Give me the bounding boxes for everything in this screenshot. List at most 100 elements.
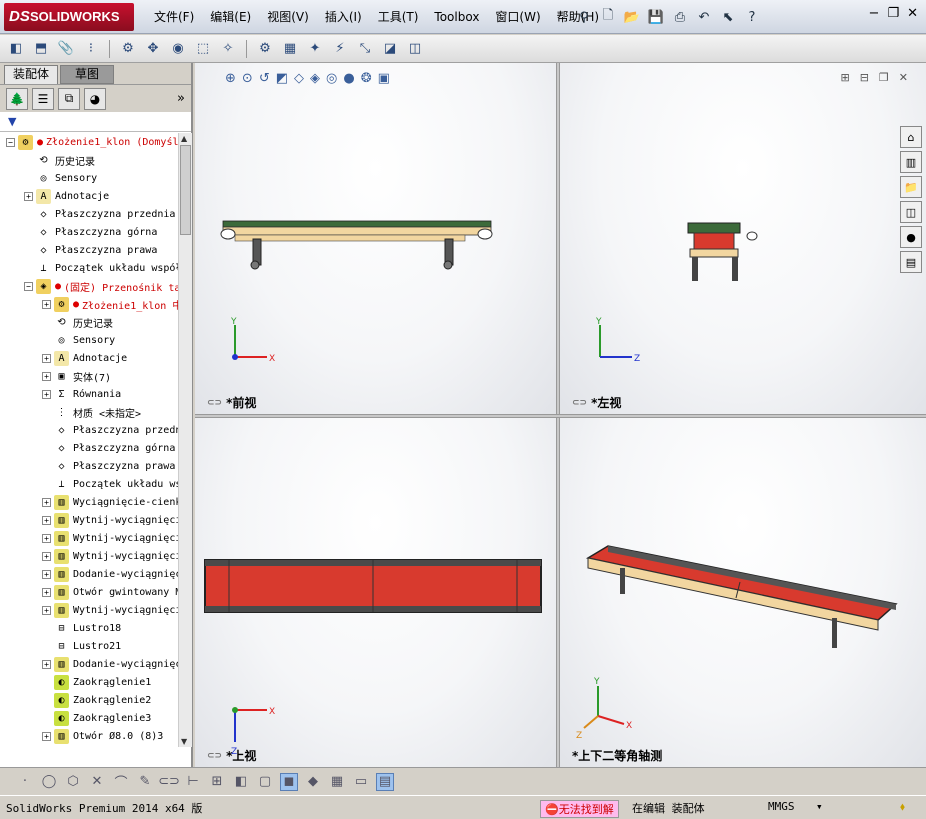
viewport-front[interactable]: ⊕ ⊙ ↺ ◩ ◇ ◈ ◎ ● ❂ ▣ Y X ⊂⊃ *前视 xyxy=(195,63,556,414)
assembly-features-icon[interactable]: ⬚ xyxy=(193,39,213,59)
arc-filter-icon[interactable]: ⌒ xyxy=(112,773,130,791)
tree-item[interactable]: ◎ Sensory xyxy=(24,169,97,187)
menu-edit[interactable]: 编辑(E) xyxy=(202,0,259,34)
reference-geometry-icon[interactable]: ✧ xyxy=(218,39,238,59)
menu-view[interactable]: 视图(V) xyxy=(259,0,317,34)
link-views-icon[interactable]: ⊂⊃ xyxy=(207,398,222,408)
help-icon[interactable]: ? xyxy=(742,7,762,27)
bill-of-materials-icon[interactable]: ▦ xyxy=(280,39,300,59)
tree-item[interactable]: +▥ Wytnij-wyciągnięcie3 xyxy=(42,529,178,547)
expand-toggle-icon[interactable]: + xyxy=(42,299,51,309)
tree-item[interactable]: ◇ Płaszczyzna przednia xyxy=(42,421,178,439)
viewport-isometric[interactable]: Y X Z *上下二等角轴测 xyxy=(560,418,926,767)
expand-panel-icon[interactable]: » xyxy=(177,91,185,106)
surface-filter-icon[interactable]: ◧ xyxy=(232,773,250,791)
pin-icon[interactable]: ⚲ xyxy=(574,7,594,27)
tab-assembly[interactable]: 装配体 xyxy=(4,65,58,84)
expand-toggle-icon[interactable]: + xyxy=(24,191,33,201)
exploded-view-icon[interactable]: ✦ xyxy=(305,39,325,59)
open-folder-icon[interactable]: 📂 xyxy=(622,7,642,27)
tree-item[interactable]: + A Adnotacje xyxy=(42,349,127,367)
tree-scrollbar[interactable]: ▲ ▼ xyxy=(178,133,192,747)
solidworks-resources-icon[interactable]: ⌂ xyxy=(900,126,922,148)
expand-toggle-icon[interactable]: + xyxy=(42,353,51,363)
tree-item[interactable]: ◇ Płaszczyzna górna xyxy=(42,439,175,457)
configuration-manager-icon[interactable]: ⧉ xyxy=(58,87,80,110)
design-library-icon[interactable]: ▥ xyxy=(900,151,922,173)
dimension-filter-icon[interactable]: ⊢ xyxy=(184,773,202,791)
tree-item[interactable]: − ⚙ ● Złożenie1_klon (Domyśln xyxy=(6,133,178,151)
polygon-filter-icon[interactable]: ⬡ xyxy=(64,773,82,791)
tree-item[interactable]: + A Adnotacje xyxy=(24,187,109,205)
link-filter-icon[interactable]: ⊂⊃ xyxy=(158,773,180,791)
component-filter-icon[interactable]: ◆ xyxy=(304,773,322,791)
expand-toggle-icon[interactable]: + xyxy=(42,551,51,561)
grid-filter-icon[interactable]: ⊞ xyxy=(208,773,226,791)
tile-view-icon[interactable]: ▤ xyxy=(376,772,394,791)
display-manager-icon[interactable]: ◕ xyxy=(84,87,106,110)
tree-item[interactable]: + ▣ 实体(7) xyxy=(42,367,111,385)
filter-icon[interactable]: ▼ xyxy=(8,115,16,128)
tree-item[interactable]: ⊥ Początek układu współrzę xyxy=(24,259,178,277)
viewport-left[interactable]: ⊞ ⊟ ❐ ✕ Y Z ⊂⊃ *左视 xyxy=(560,63,926,414)
expand-toggle-icon[interactable]: + xyxy=(42,497,51,507)
viewport-top[interactable]: X Z ⊂⊃ *上视 xyxy=(195,418,556,767)
tree-item[interactable]: + Σ Równania xyxy=(42,385,121,403)
scroll-down-icon[interactable]: ▼ xyxy=(181,737,187,746)
tree-item[interactable]: ◎ Sensory xyxy=(42,331,115,349)
tree-item[interactable]: ◇ Płaszczyzna prawa xyxy=(42,457,175,475)
show-hidden-icon[interactable]: ◉ xyxy=(168,39,188,59)
tag-icon[interactable]: ⬧ xyxy=(900,800,905,814)
tree-item[interactable]: + ⚙ ● Złożenie1_klon 中 xyxy=(42,295,178,313)
move-component-icon[interactable]: ✥ xyxy=(143,39,163,59)
bom-filter-icon[interactable]: ▦ xyxy=(328,773,346,791)
feature-tree-icon[interactable]: 🌲 xyxy=(6,87,28,110)
expand-toggle-icon[interactable]: + xyxy=(42,533,51,543)
smart-fasteners-icon[interactable]: ⚙ xyxy=(118,39,138,59)
tree-item[interactable]: ◐ Zaokrąglenie1 xyxy=(42,673,151,691)
solidworks-logo[interactable]: DS SOLIDWORKS xyxy=(4,3,134,31)
scroll-up-icon[interactable]: ▲ xyxy=(181,134,187,143)
graphics-area[interactable]: ⊕ ⊙ ↺ ◩ ◇ ◈ ◎ ● ❂ ▣ Y X ⊂⊃ *前视 ⊞ ⊟ ❐ ✕ Y… xyxy=(195,63,926,767)
tree-item[interactable]: ◐ Zaokrąglenie3 xyxy=(42,709,151,727)
tree-filter[interactable]: ▼ xyxy=(0,112,191,132)
undo-icon[interactable]: ↶ xyxy=(694,7,714,27)
new-motion-study-icon[interactable]: ⚙ xyxy=(255,39,275,59)
tree-item[interactable]: + ▥ Otwór Ø8.0 (8)3 xyxy=(42,727,163,745)
tree-item[interactable]: + ▥ Otwór gwintowany M8 xyxy=(42,583,178,601)
linear-pattern-icon[interactable]: ⁝ xyxy=(81,39,101,59)
explode-line-sketch-icon[interactable]: ⚡ xyxy=(330,39,350,59)
units-dropdown-icon[interactable]: ▾ xyxy=(816,800,823,813)
new-document-icon[interactable]: 🗋 xyxy=(598,7,618,27)
appearances-icon[interactable]: ● xyxy=(900,226,922,248)
expand-toggle-icon[interactable]: + xyxy=(42,731,51,741)
menu-file[interactable]: 文件(F) xyxy=(146,0,202,34)
view-palette-icon[interactable]: ◫ xyxy=(900,201,922,223)
tree-item[interactable]: − ◈ ● (固定) Przenośnik ta xyxy=(24,277,178,295)
tree-item[interactable]: + ▥ Wyciągnięcie-cienka xyxy=(42,493,178,511)
link-views-icon[interactable]: ⊂⊃ xyxy=(207,751,222,761)
box-filter-icon[interactable]: ▢ xyxy=(256,773,274,791)
menu-toolbox[interactable]: Toolbox xyxy=(426,0,487,34)
toggle-view-icon[interactable]: ▭ xyxy=(352,773,370,791)
tree-item[interactable]: +▥ Dodanie-wyciągnięcie xyxy=(42,565,178,583)
minimize-icon[interactable]: − xyxy=(869,6,880,21)
expand-toggle-icon[interactable]: − xyxy=(24,281,33,291)
expand-toggle-icon[interactable]: + xyxy=(42,569,51,579)
insert-component-icon[interactable]: ◧ xyxy=(6,39,26,59)
save-icon[interactable]: 💾 xyxy=(646,7,666,27)
rebuild-error-status[interactable]: ⛔无法找到解 xyxy=(540,800,619,818)
print-icon[interactable]: ⎙ xyxy=(670,7,690,27)
tree-item[interactable]: ◇ Płaszczyzna górna xyxy=(24,223,157,241)
tree-item[interactable]: +▥ Dodanie-wyciągnięcie xyxy=(42,655,178,673)
file-explorer-icon[interactable]: 📁 xyxy=(900,176,922,198)
tree-item[interactable]: ⊟ Lustro21 xyxy=(42,637,121,655)
expand-toggle-icon[interactable]: + xyxy=(42,605,51,615)
circle-filter-icon[interactable]: ◯ xyxy=(40,773,58,791)
link-views-icon[interactable]: ⊂⊃ xyxy=(572,398,587,408)
menu-window[interactable]: 窗口(W) xyxy=(487,0,548,34)
expand-toggle-icon[interactable]: + xyxy=(42,515,51,525)
solid-body-filter-icon[interactable]: ◼ xyxy=(280,772,298,791)
property-manager-icon[interactable]: ☰ xyxy=(32,87,54,110)
restore-icon[interactable]: ❐ xyxy=(887,6,899,21)
